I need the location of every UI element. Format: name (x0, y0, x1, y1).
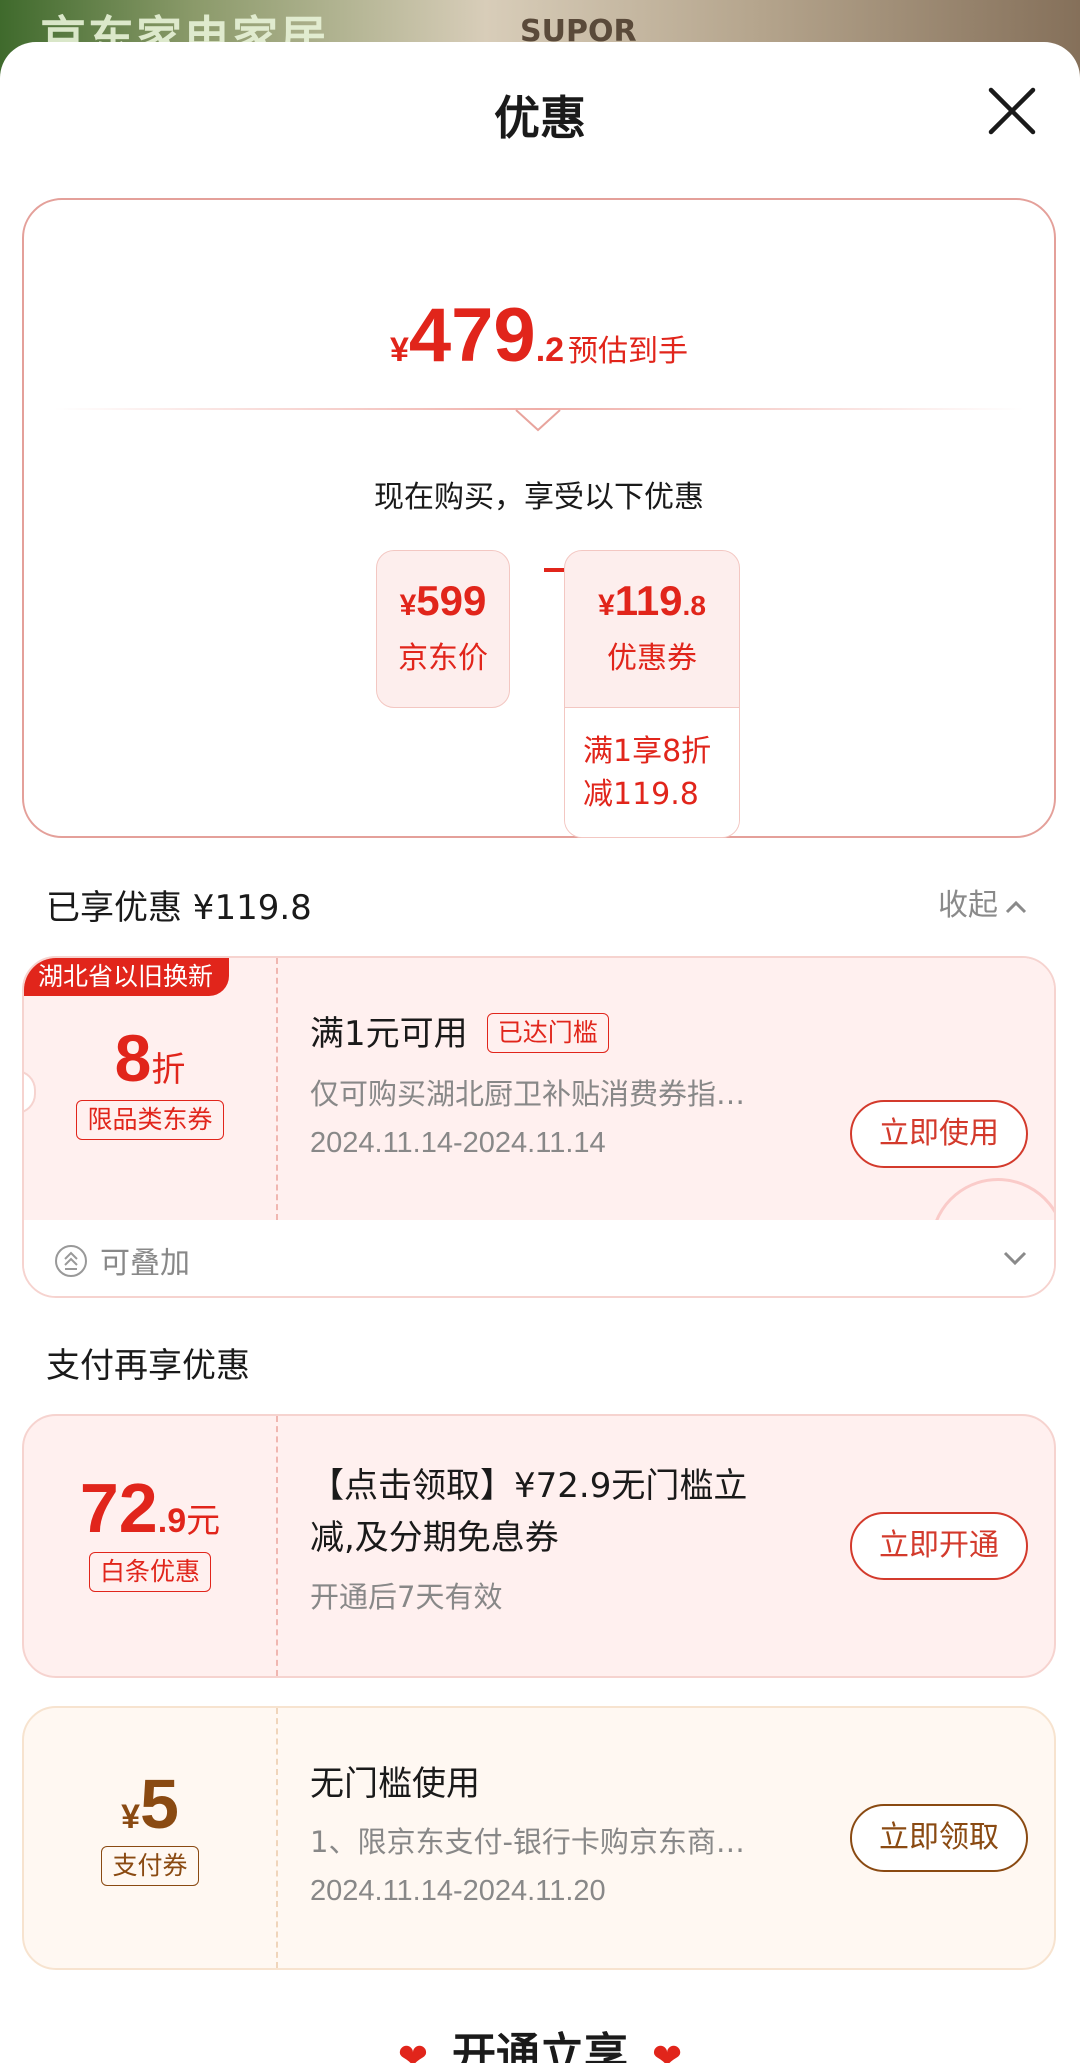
coupon-discount-amount: ¥119.8 (565, 577, 739, 625)
stack-icon (55, 1245, 87, 1277)
coupon-description: 仅可购买湖北厨卫补贴消费券指… (310, 1077, 746, 1111)
collapse-label: 收起 (938, 888, 998, 923)
collapse-toggle[interactable]: 收起 (938, 880, 1028, 924)
trade-in-coupon-card: 湖北省以旧换新 8折 限品类东券 满1元可用 已达门槛 仅可购买湖北厨卫补贴消费… (22, 956, 1056, 1298)
coupon-value-number: 5 (139, 1765, 179, 1843)
coupon-title-line-1: 【点击领取】¥72.9无门槛立 (310, 1466, 748, 1506)
condition-line-2: 减119.8 (583, 777, 699, 812)
estimated-price: ¥479.2 预估到手 (24, 292, 1054, 379)
condition-line-1: 满1享8折 (583, 734, 712, 769)
coupon-validity: 2024.11.14-2024.11.14 (310, 1127, 606, 1159)
coupon-value: ¥5 (24, 1764, 276, 1844)
heart-icon-right: ❤ (652, 2037, 683, 2063)
coupon-discount-currency: ¥ (598, 589, 615, 622)
price-integer: 479 (408, 293, 536, 378)
summary-subhead: 现在购买，享受以下优惠 (374, 480, 704, 515)
coupon-value-area: 72.9元 白条优惠 (24, 1416, 276, 1676)
coupon-title: 满1元可用 (310, 1014, 468, 1054)
discount-sheet: 优惠 ¥479.2 预估到手 现在购买，享受以下优惠 ¥599 京东价 ¥119.… (0, 42, 1080, 2063)
stackable-label: 可叠加 (100, 1246, 190, 1281)
coupon-divider (276, 1708, 278, 1968)
coupon-type-tag: 支付券 (101, 1846, 199, 1886)
jd-price-label: 京东价 (398, 641, 488, 676)
price-decimal: .2 (535, 331, 565, 369)
coupon-value: 72.9元 (24, 1468, 276, 1548)
coupon-value-area: ¥5 支付券 (24, 1708, 276, 1968)
coupon-title: 【点击领取】¥72.9无门槛立 减,及分期免息券 (310, 1460, 747, 1564)
activate-banner-label: 开通立享 (452, 2029, 628, 2063)
coupon-info: 无门槛使用 1、限京东支付-银行卡购京东商… 2024.11.14-2024.1… (310, 1756, 745, 1908)
coupon-value-number: 8 (114, 1021, 152, 1095)
coupon-title: 无门槛使用 (310, 1764, 480, 1804)
coupon-type-tag: 限品类东券 (76, 1100, 224, 1140)
use-now-button[interactable]: 立即使用 (850, 1100, 1028, 1168)
coupon-discount-label: 优惠券 (607, 641, 697, 676)
pay-discount-title: 支付再享优惠 (46, 1346, 250, 1386)
coupon-description: 1、限京东支付-银行卡购京东商… (310, 1825, 745, 1859)
coupon-value-unit: 元 (186, 1501, 221, 1541)
coupon-type-tag: 白条优惠 (88, 1552, 211, 1592)
coupon-discount-value: 119 (614, 577, 683, 624)
baitiao-coupon-card: 72.9元 白条优惠 【点击领取】¥72.9无门槛立 减,及分期免息券 开通后7… (22, 1414, 1056, 1678)
coupon-value-currency: ¥ (121, 1798, 140, 1836)
enjoyed-discount-title: 已享优惠 ¥119.8 (46, 888, 312, 928)
jd-price-value: 599 (416, 577, 487, 624)
coupon-validity: 2024.11.14-2024.11.20 (310, 1875, 606, 1907)
coupon-title-line-2: 减,及分期免息券 (310, 1518, 559, 1558)
coupon-value: 8折 (24, 1020, 276, 1096)
jd-price-amount: ¥599 (377, 577, 509, 625)
jd-price-currency: ¥ (399, 589, 417, 622)
coupon-value-area: 8折 限品类东券 (24, 958, 276, 1220)
coupon-value-number: 72 (79, 1469, 158, 1547)
price-label: 预估到手 (568, 334, 689, 369)
chevron-down-icon (1003, 1251, 1027, 1266)
sheet-title: 优惠 (494, 91, 586, 145)
claim-now-button[interactable]: 立即领取 (850, 1804, 1028, 1872)
coupon-discount-decimal: .8 (682, 590, 706, 621)
jd-price-box: ¥599 京东价 (376, 550, 510, 708)
coupon-info: 满1元可用 已达门槛 仅可购买湖北厨卫补贴消费券指… 2024.11.14-20… (310, 1006, 745, 1160)
threshold-reached-badge: 已达门槛 (486, 1013, 609, 1053)
coupon-discount-box: ¥119.8 优惠券 满1享8折 减119.8 (564, 550, 740, 838)
coupon-info: 【点击领取】¥72.9无门槛立 减,及分期免息券 开通后7天有效 (310, 1460, 747, 1616)
coupon-footer[interactable]: 可叠加 (24, 1220, 1054, 1296)
activate-now-button[interactable]: 立即开通 (850, 1512, 1028, 1580)
coupon-divider (276, 1416, 278, 1676)
coupon-description: 开通后7天有效 (310, 1580, 503, 1614)
price-summary-card: ¥479.2 预估到手 现在购买，享受以下优惠 ¥599 京东价 ¥119.8 优… (22, 198, 1056, 838)
close-icon[interactable] (985, 84, 1039, 138)
price-currency: ¥ (389, 331, 409, 369)
divider-notch-icon (515, 409, 561, 432)
coupon-discount-condition: 满1享8折 减119.8 (565, 707, 739, 837)
coupon-value-unit: 折 (151, 1050, 186, 1090)
coupon-divider (276, 958, 278, 1220)
minus-operator (544, 568, 566, 572)
payment-coupon-card: ¥5 支付券 无门槛使用 1、限京东支付-银行卡购京东商… 2024.11.14… (22, 1706, 1056, 1970)
activate-banner[interactable]: ❤ 开通立享 ❤ (0, 2018, 1080, 2063)
chevron-up-icon (1005, 900, 1027, 913)
coupon-value-decimal: .9 (157, 1502, 187, 1540)
heart-icon-left: ❤ (397, 2037, 428, 2063)
